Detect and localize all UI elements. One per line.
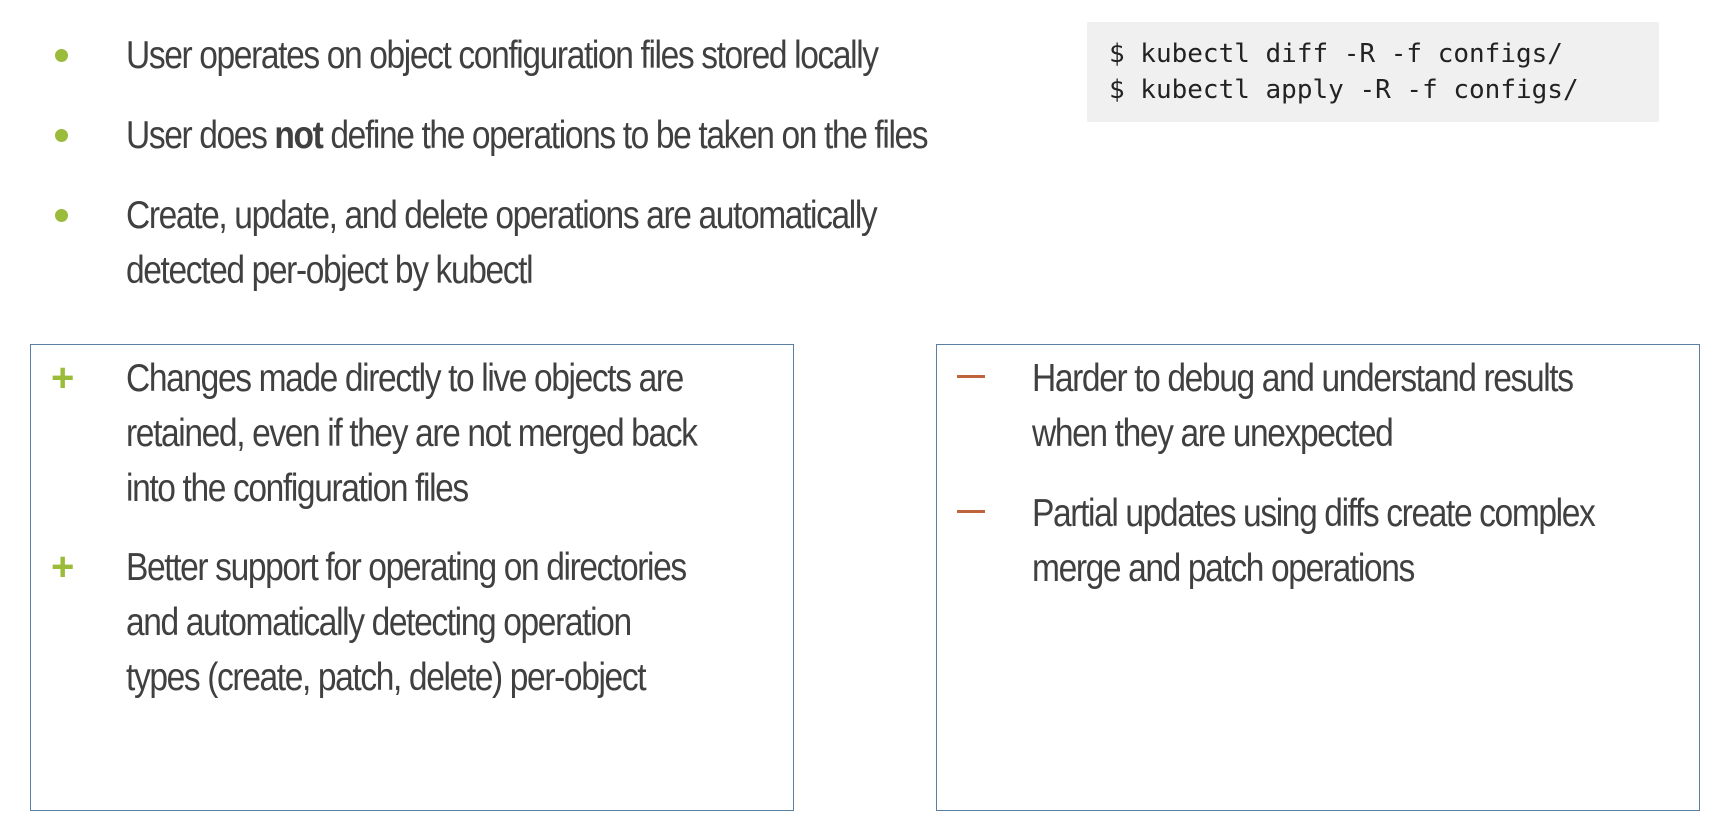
con-text: when they are unexpected — [1032, 412, 1394, 455]
minus-icon — [957, 375, 985, 378]
pro-text: Better support for operating on director… — [126, 546, 687, 589]
bullet-dot-icon — [55, 129, 68, 142]
code-line: $ kubectl diff -R -f configs/ — [1109, 39, 1563, 69]
pro-text: retained, even if they are not merged ba… — [126, 412, 698, 455]
pro-text: types (create, patch, delete) per-object — [126, 656, 647, 699]
bullet-text: User operates on object configuration fi… — [126, 34, 879, 77]
pros-panel: + Changes made directly to live objects … — [30, 344, 794, 811]
plus-icon: + — [51, 356, 75, 400]
code-block: $ kubectl diff -R -f configs/ $ kubectl … — [1087, 22, 1659, 122]
con-text: merge and patch operations — [1032, 547, 1415, 590]
pro-text: and automatically detecting operation — [126, 601, 632, 644]
bullet-text: User does not define the operations to b… — [126, 114, 929, 157]
cons-panel: Harder to debug and understand results w… — [936, 344, 1700, 811]
code-line: $ kubectl apply -R -f configs/ — [1109, 75, 1579, 105]
bullet-emphasis: not — [274, 114, 323, 157]
con-text: Partial updates using diffs create compl… — [1032, 492, 1596, 535]
bullet-dot-icon — [55, 209, 68, 222]
pro-text: into the configuration files — [126, 467, 469, 510]
minus-icon — [957, 510, 985, 513]
con-text: Harder to debug and understand results — [1032, 357, 1574, 400]
pro-text: Changes made directly to live objects ar… — [126, 357, 684, 400]
bullet-dot-icon — [55, 49, 68, 62]
bullet-text: Create, update, and delete operations ar… — [126, 194, 878, 237]
plus-icon: + — [51, 545, 75, 589]
bullet-text: detected per-object by kubectl — [126, 249, 534, 292]
